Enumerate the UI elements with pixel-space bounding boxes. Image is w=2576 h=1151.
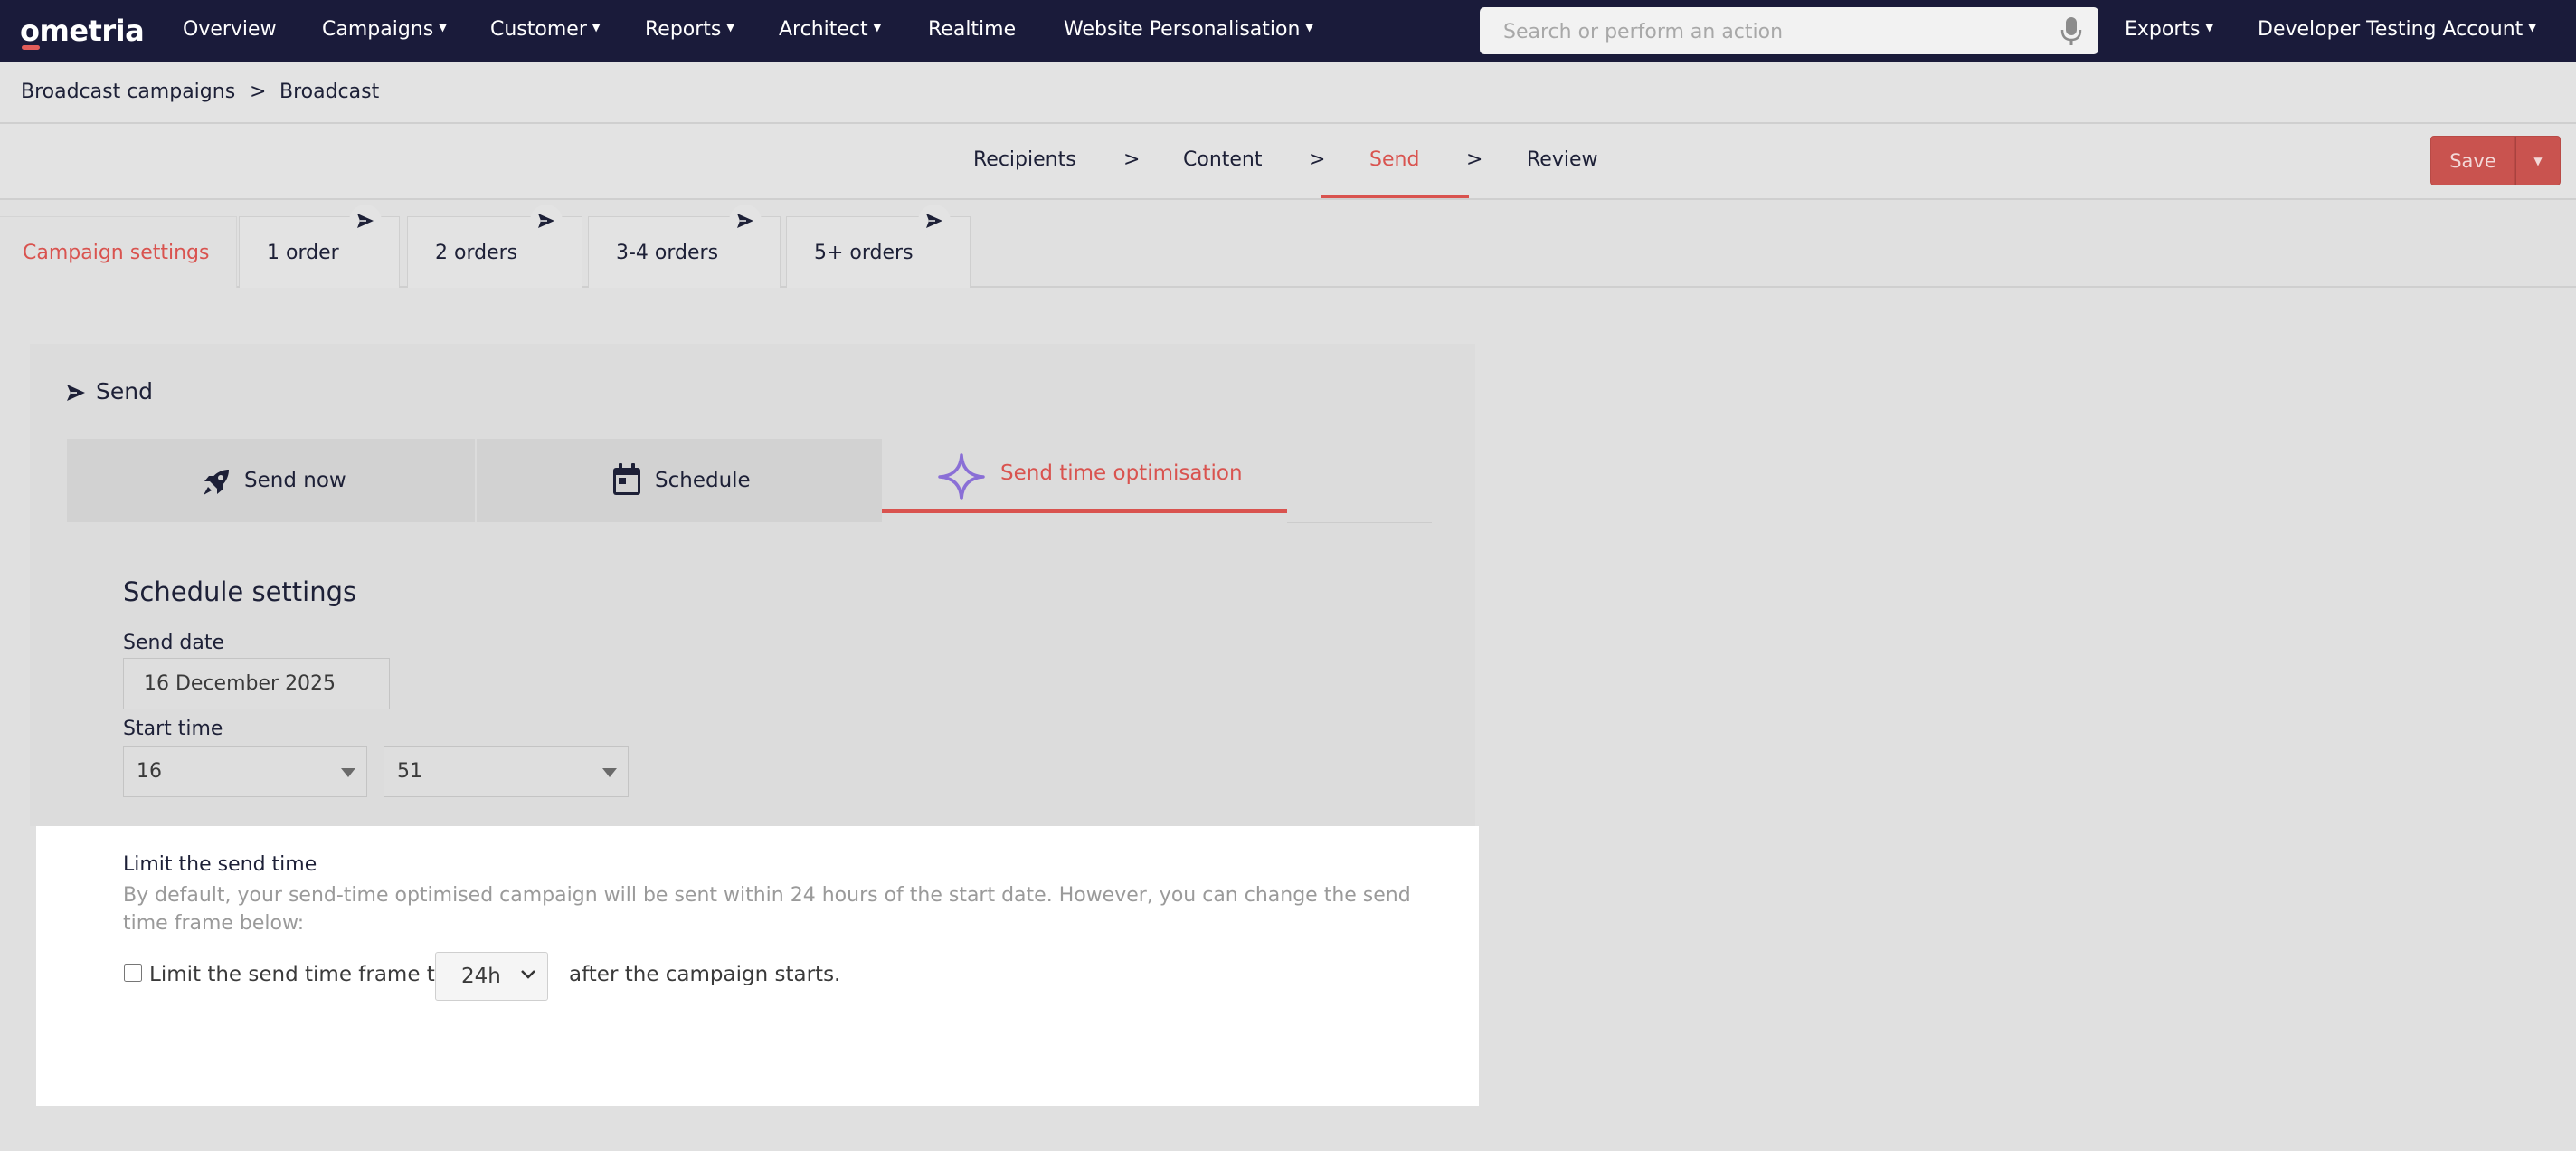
start-time-label: Start time [123,718,223,740]
send-time-optimisation-tab[interactable]: Send time optimisation [882,439,1287,513]
breadcrumb-parent-link[interactable]: Broadcast campaigns [21,62,235,122]
account-menu[interactable]: Developer Testing Account ▼ [2258,0,2536,62]
step-review[interactable]: Review [1527,124,1598,198]
breadcrumb-separator: > [250,81,267,103]
paper-plane-icon [918,205,951,237]
schedule-settings-title: Schedule settings [123,576,357,607]
step-recipients[interactable]: Recipients [973,124,1076,198]
caret-down-icon [341,768,355,777]
save-options-button[interactable]: ▼ [2515,136,2561,185]
nav-customer[interactable]: Customer ▼ [490,0,600,62]
start-hour-select[interactable]: 16 [123,746,367,797]
caret-down-icon [602,768,617,777]
paper-plane-icon [349,205,382,237]
tab-1-order[interactable]: 1 order [239,205,400,288]
limit-send-time-checkbox[interactable] [124,964,142,982]
active-step-indicator [1321,195,1469,198]
logo-mark [22,45,40,50]
tab-campaign-settings[interactable]: Campaign settings [0,216,237,288]
rocket-icon [204,470,229,495]
time-frame-select[interactable]: 24h [435,952,548,1001]
nav-architect[interactable]: Architect ▼ [779,0,881,62]
limit-title: Limit the send time [123,853,317,876]
nav-exports[interactable]: Exports ▼ [2125,0,2213,62]
step-content[interactable]: Content [1183,124,1263,198]
breadcrumb: Broadcast campaigns > Broadcast [0,62,2576,124]
paper-plane-icon [729,205,762,237]
caret-down-icon: ▼ [592,22,601,33]
caret-down-icon: ▼ [2533,155,2543,167]
caret-down-icon: ▼ [2528,22,2536,33]
tab-2-orders[interactable]: 2 orders [407,205,582,288]
search-input[interactable] [1480,7,2066,56]
nav-reports[interactable]: Reports ▼ [645,0,734,62]
send-date-label: Send date [123,632,225,654]
ometria-logo[interactable]: ometria [20,11,145,51]
tab-3-4-orders[interactable]: 3-4 orders [588,205,781,288]
step-separator: > [1123,148,1141,171]
limit-checkbox-label[interactable]: Limit the send time frame to [149,963,448,986]
paper-plane-icon [67,385,85,401]
divider [1287,522,1432,523]
schedule-button[interactable]: Schedule [477,439,882,522]
send-date-input[interactable]: 16 December 2025 [123,658,390,709]
search-box[interactable] [1480,7,2098,56]
nav-campaigns[interactable]: Campaigns ▼ [322,0,447,62]
caret-down-icon: ▼ [873,22,882,33]
logo-text: ometria [20,14,145,48]
caret-down-icon: ▼ [439,22,447,33]
save-button[interactable]: Save [2430,136,2515,185]
chevron-down-icon [521,970,535,979]
top-navigation: ometria Overview Campaigns ▼ Customer ▼ Re… [0,0,2576,62]
calendar-icon [613,463,640,495]
paper-plane-icon [530,205,563,237]
send-section-title: Send [96,378,153,404]
nav-website-personalisation[interactable]: Website Personalisation ▼ [1064,0,1313,62]
step-separator: > [1466,148,1483,171]
caret-down-icon: ▼ [726,22,734,33]
caret-down-icon: ▼ [2205,22,2213,33]
start-minute-select[interactable]: 51 [384,746,629,797]
step-separator: > [1309,148,1326,171]
nav-realtime[interactable]: Realtime [928,0,1016,62]
limit-suffix-text: after the campaign starts. [569,963,841,986]
breadcrumb-current: Broadcast [279,81,380,103]
limit-description: By default, your send-time optimised cam… [123,884,1411,935]
caret-down-icon: ▼ [1305,22,1313,33]
send-now-button[interactable]: Send now [67,439,475,522]
active-mode-indicator [882,509,1287,513]
wizard-steps: Recipients > Content > Send > Review Sav… [0,124,2576,200]
tab-5-plus-orders[interactable]: 5+ orders [786,205,971,288]
sparkle-icon [938,453,985,500]
microphone-icon[interactable] [2060,16,2082,47]
nav-overview[interactable]: Overview [183,0,277,62]
segment-tabs: Campaign settings 1 order 2 orders 3-4 o… [0,200,2576,288]
step-send[interactable]: Send [1369,124,1419,198]
